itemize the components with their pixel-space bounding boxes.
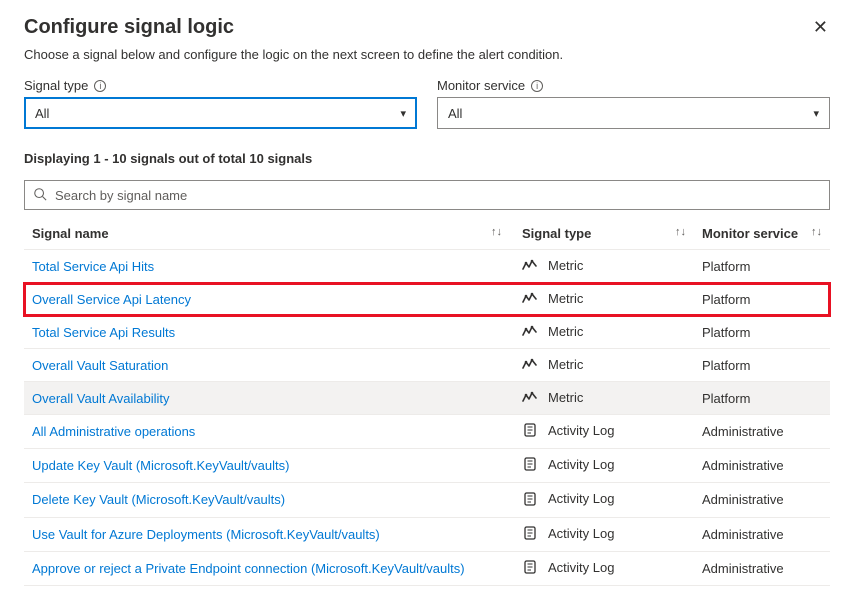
signal-type-value: Activity Log xyxy=(548,491,614,506)
col-header-name[interactable]: Signal name ↑↓ xyxy=(24,216,514,250)
monitor-service-dropdown[interactable]: All ▾ xyxy=(437,97,830,129)
table-row[interactable]: Overall Vault Saturation Metric Platform xyxy=(24,349,830,382)
signal-link[interactable]: Overall Vault Availability xyxy=(32,391,170,406)
signal-type-value: Metric xyxy=(548,357,583,372)
search-icon xyxy=(33,187,47,204)
signal-link[interactable]: Overall Vault Saturation xyxy=(32,358,168,373)
monitor-service-value: All xyxy=(448,106,462,121)
activity-log-icon xyxy=(522,560,538,577)
search-input[interactable] xyxy=(53,187,821,204)
monitor-service-value: Platform xyxy=(694,316,830,349)
col-header-service[interactable]: Monitor service ↑↓ xyxy=(694,216,830,250)
chevron-down-icon: ▾ xyxy=(813,107,819,120)
sort-icon: ↑↓ xyxy=(675,226,686,238)
signal-type-value: Metric xyxy=(548,291,583,306)
sort-icon: ↑↓ xyxy=(811,226,822,238)
signal-type-value: All xyxy=(35,106,49,121)
table-row[interactable]: Total Service Api Results Metric Platform xyxy=(24,316,830,349)
signal-type-value: Activity Log xyxy=(548,526,614,541)
table-row[interactable]: Approve or reject a Private Endpoint con… xyxy=(24,551,830,585)
info-icon[interactable]: i xyxy=(94,80,106,92)
signal-link[interactable]: All Administrative operations xyxy=(32,424,195,439)
signal-link[interactable]: Overall Service Api Latency xyxy=(32,292,191,307)
activity-log-icon xyxy=(522,492,538,509)
signal-type-value: Activity Log xyxy=(548,457,614,472)
signal-type-value: Activity Log xyxy=(548,560,614,575)
chevron-down-icon: ▾ xyxy=(400,107,406,120)
metric-icon xyxy=(522,391,538,406)
monitor-service-value: Administrative xyxy=(694,415,830,449)
col-header-type[interactable]: Signal type ↑↓ xyxy=(514,216,694,250)
monitor-service-value: Platform xyxy=(694,283,830,316)
activity-log-icon xyxy=(522,457,538,474)
monitor-service-value: Administrative xyxy=(694,483,830,517)
table-row[interactable]: Delete Key Vault (Microsoft.KeyVault/vau… xyxy=(24,483,830,517)
metric-icon xyxy=(522,292,538,307)
signal-type-value: Metric xyxy=(548,324,583,339)
signal-type-label: Signal type xyxy=(24,78,88,93)
sort-icon: ↑↓ xyxy=(491,226,502,238)
page-subtitle: Choose a signal below and configure the … xyxy=(24,47,830,62)
signal-link[interactable]: Total Service Api Results xyxy=(32,325,175,340)
signals-table: Signal name ↑↓ Signal type ↑↓ Monitor se… xyxy=(24,216,830,586)
results-counter: Displaying 1 - 10 signals out of total 1… xyxy=(24,151,830,166)
signal-type-value: Metric xyxy=(548,258,583,273)
table-row[interactable]: Overall Vault Availability Metric Platform xyxy=(24,382,830,415)
signal-link[interactable]: Delete Key Vault (Microsoft.KeyVault/vau… xyxy=(32,492,285,507)
table-row[interactable]: All Administrative operations Activity Lo… xyxy=(24,415,830,449)
metric-icon xyxy=(522,358,538,373)
activity-log-icon xyxy=(522,423,538,440)
signal-link[interactable]: Approve or reject a Private Endpoint con… xyxy=(32,561,465,576)
monitor-service-label: Monitor service xyxy=(437,78,525,93)
signal-link[interactable]: Update Key Vault (Microsoft.KeyVault/vau… xyxy=(32,458,289,473)
table-row[interactable]: Update Key Vault (Microsoft.KeyVault/vau… xyxy=(24,449,830,483)
signal-type-value: Activity Log xyxy=(548,423,614,438)
monitor-service-value: Administrative xyxy=(694,449,830,483)
table-row[interactable]: Use Vault for Azure Deployments (Microso… xyxy=(24,517,830,551)
close-icon[interactable]: ✕ xyxy=(811,16,830,38)
metric-icon xyxy=(522,259,538,274)
monitor-service-value: Platform xyxy=(694,349,830,382)
monitor-service-value: Administrative xyxy=(694,551,830,585)
signal-link[interactable]: Use Vault for Azure Deployments (Microso… xyxy=(32,527,380,542)
monitor-service-value: Platform xyxy=(694,250,830,283)
page-title: Configure signal logic xyxy=(24,16,234,39)
table-row[interactable]: Total Service Api Hits Metric Platform xyxy=(24,250,830,283)
search-box[interactable] xyxy=(24,180,830,210)
table-row[interactable]: Overall Service Api Latency Metric Platfor… xyxy=(24,283,830,316)
activity-log-icon xyxy=(522,526,538,543)
signal-link[interactable]: Total Service Api Hits xyxy=(32,259,154,274)
signal-type-dropdown[interactable]: All ▾ xyxy=(24,97,417,129)
monitor-service-value: Platform xyxy=(694,382,830,415)
signal-type-value: Metric xyxy=(548,390,583,405)
metric-icon xyxy=(522,325,538,340)
monitor-service-value: Administrative xyxy=(694,517,830,551)
info-icon[interactable]: i xyxy=(531,80,543,92)
